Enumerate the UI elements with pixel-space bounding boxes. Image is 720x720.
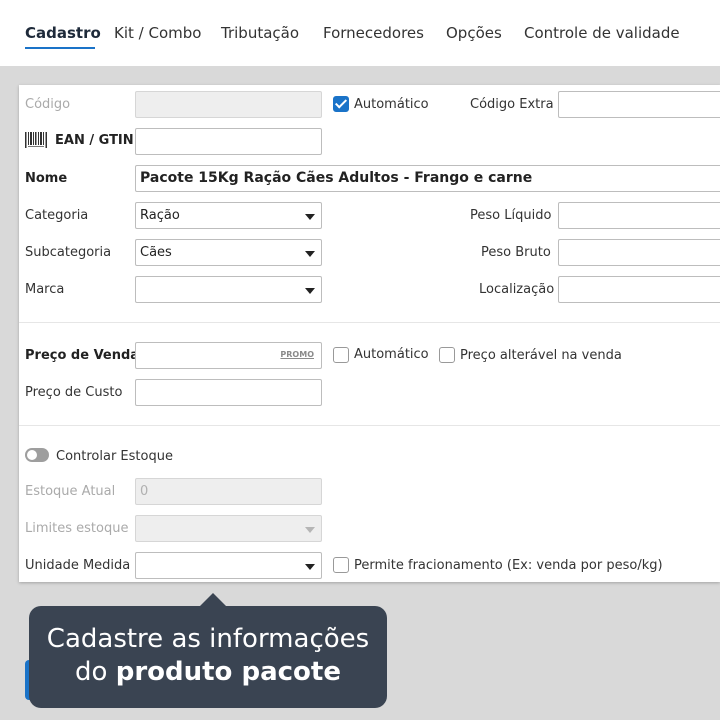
product-form-card: Código Automático Código Extra EAN / GTI… — [19, 85, 720, 582]
automatico-preco-checkbox[interactable] — [333, 347, 349, 363]
controlar-estoque-toggle[interactable] — [25, 448, 49, 462]
fracionamento-label: Permite fracionamento (Ex: venda por pes… — [354, 558, 663, 573]
marca-select[interactable] — [135, 276, 322, 303]
limites-estoque-label: Limites estoque — [25, 521, 129, 536]
codigo-extra-label: Código Extra — [470, 97, 554, 112]
tab-controle-validade[interactable]: Controle de validade — [524, 24, 680, 42]
peso-liquido-field[interactable] — [558, 202, 720, 229]
tab-opcoes[interactable]: Opções — [446, 24, 502, 42]
preco-alteravel-checkbox[interactable] — [439, 347, 455, 363]
section-divider — [19, 322, 720, 323]
categoria-value: Ração — [140, 208, 180, 223]
toggle-knob — [27, 450, 37, 460]
automatico-codigo-label: Automático — [354, 97, 429, 112]
subcategoria-label: Subcategoria — [25, 245, 112, 260]
tab-fornecedores[interactable]: Fornecedores — [323, 24, 424, 42]
tooltip-line-2: do produto pacote — [29, 656, 387, 688]
automatico-preco-label: Automático — [354, 347, 429, 362]
peso-bruto-label: Peso Bruto — [481, 245, 551, 260]
section-divider — [19, 425, 720, 426]
tab-tributacao[interactable]: Tributação — [221, 24, 299, 42]
unidade-medida-label: Unidade Medida — [25, 558, 131, 573]
marca-label: Marca — [25, 282, 65, 297]
nome-label: Nome — [25, 171, 68, 186]
tooltip-arrow — [199, 593, 227, 607]
ean-label: EAN / GTIN — [55, 133, 134, 148]
tooltip-line-1: Cadastre as informações — [46, 624, 370, 654]
automatico-codigo-checkbox[interactable] — [333, 96, 349, 112]
subcategoria-value: Cães — [140, 245, 172, 260]
tab-kit-combo[interactable]: Kit / Combo — [114, 24, 201, 42]
localizacao-label: Localização — [479, 282, 555, 297]
nome-field[interactable]: Pacote 15Kg Ração Cães Adultos - Frango … — [135, 165, 720, 192]
preco-alteravel-label: Preço alterável na venda — [460, 348, 622, 363]
tab-cadastro[interactable]: Cadastro — [25, 24, 101, 42]
promo-link[interactable]: PROMO — [280, 350, 314, 360]
peso-liquido-label: Peso Líquido — [470, 208, 552, 223]
estoque-atual-label: Estoque Atual — [25, 484, 116, 499]
unidade-medida-select[interactable] — [135, 552, 322, 579]
tab-bar: Cadastro Kit / Combo Tributação Forneced… — [0, 0, 720, 66]
tooltip-callout: Cadastre as informações do produto pacot… — [29, 606, 387, 708]
localizacao-field[interactable] — [558, 276, 720, 303]
active-tab-indicator — [25, 47, 95, 49]
tooltip-line-2-bold: produto pacote — [115, 657, 341, 687]
preco-custo-field[interactable] — [135, 379, 322, 406]
chevron-down-icon — [305, 527, 315, 533]
preco-custo-label: Preço de Custo — [25, 385, 123, 400]
chevron-down-icon — [305, 288, 315, 294]
estoque-atual-field: 0 — [135, 478, 322, 505]
barcode-icon — [25, 132, 47, 148]
codigo-label: Código — [25, 97, 71, 112]
fracionamento-checkbox[interactable] — [333, 557, 349, 573]
subcategoria-select[interactable]: Cães — [135, 239, 322, 266]
limites-estoque-select — [135, 515, 322, 542]
chevron-down-icon — [305, 564, 315, 570]
peso-bruto-field[interactable] — [558, 239, 720, 266]
categoria-select[interactable]: Ração — [135, 202, 322, 229]
chevron-down-icon — [305, 214, 315, 220]
preco-venda-label: Preço de Venda — [25, 348, 140, 363]
categoria-label: Categoria — [25, 208, 89, 223]
tooltip-line-2-prefix: do — [75, 657, 116, 687]
chevron-down-icon — [305, 251, 315, 257]
codigo-field — [135, 91, 322, 118]
controlar-estoque-label: Controlar Estoque — [56, 449, 173, 464]
preco-venda-field[interactable]: PROMO — [135, 342, 322, 369]
codigo-extra-field[interactable] — [558, 91, 720, 118]
ean-field[interactable] — [135, 128, 322, 155]
